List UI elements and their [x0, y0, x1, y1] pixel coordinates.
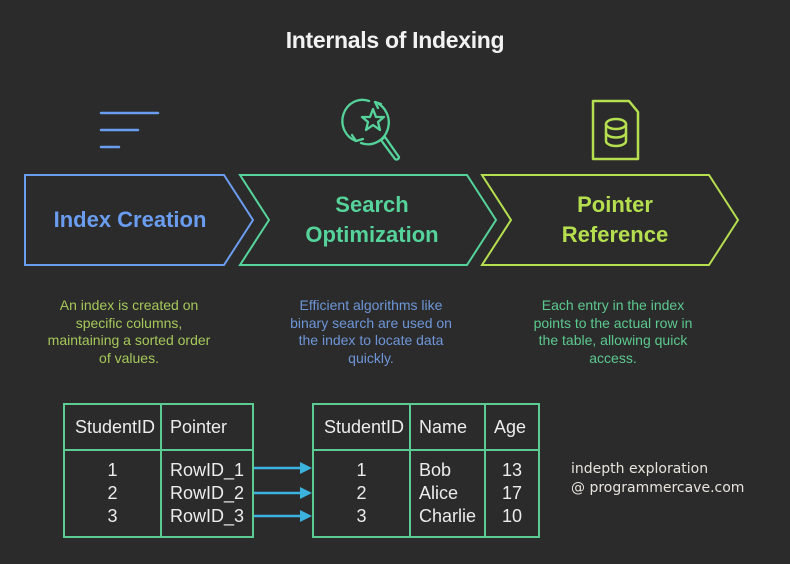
filter-lines-icon	[99, 111, 160, 149]
search-star-icon	[341, 98, 401, 161]
stage-description-index-creation: An index is created on specific columns, …	[47, 297, 211, 366]
stage-description-pointer-reference: Each entry in the index points to the act…	[533, 297, 693, 366]
stage-label-index-creation: Index Creation	[53, 207, 207, 232]
pointer-arrow-head-2	[300, 487, 312, 499]
pointer-arrow-head-3	[300, 510, 312, 522]
data-table-body: 123 Bob Alice Charlie 13 17 10	[312, 449, 541, 538]
database-file-icon	[591, 99, 640, 161]
header-cell: Name	[408, 403, 487, 451]
data-table: StudentID Name Age 123 Bob Alice Charlie 1…	[312, 403, 541, 538]
credit-text: indepth exploration @ programmercave.com	[571, 461, 745, 496]
data-table-header: StudentID Name Age	[312, 403, 541, 451]
header-cell: Pointer	[159, 403, 255, 451]
index-table-header: StudentID Pointer	[63, 403, 255, 451]
stage-label-search-optimization: Search Optimization	[305, 192, 439, 247]
pointer-arrow-head-1	[300, 462, 312, 474]
studentid-column: 123	[312, 449, 411, 538]
header-cell: StudentID	[63, 403, 162, 451]
pointer-column: RowID_1 RowID_2 RowID_3	[159, 449, 255, 538]
name-column: Bob Alice Charlie	[408, 449, 487, 538]
stage-label-pointer-reference: Pointer Reference	[561, 192, 669, 247]
index-table-body: 123 RowID_1 RowID_2 RowID_3	[63, 449, 255, 538]
studentid-column: 123	[63, 449, 162, 538]
header-cell: Age	[484, 403, 541, 451]
index-table: StudentID Pointer 123 RowID_1 RowID_2 RowI…	[63, 403, 255, 538]
pointer-arrows	[253, 462, 312, 522]
stage-description-search-optimization: Efficient algorithms like binary search a…	[290, 297, 452, 366]
age-column: 13 17 10	[484, 449, 541, 538]
header-cell: StudentID	[312, 403, 411, 451]
